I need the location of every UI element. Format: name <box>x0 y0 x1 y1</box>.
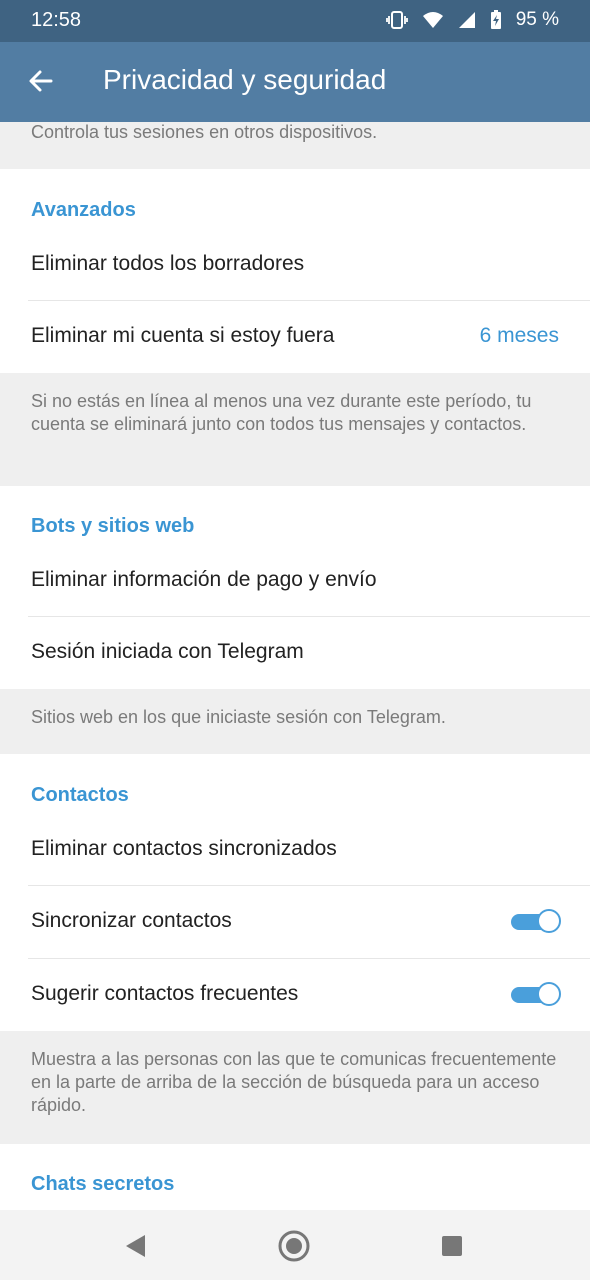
suggest-contacts-label: Sugerir contactos frecuentes <box>31 982 299 1005</box>
status-icons: 95 % <box>385 9 559 31</box>
section-header-secret-chats: Chats secretos <box>31 1173 175 1195</box>
arrow-left-icon[interactable] <box>24 64 58 98</box>
telegram-login-item[interactable]: Sesión iniciada con Telegram <box>0 617 590 689</box>
suggest-contacts-toggle[interactable] <box>511 982 561 1007</box>
battery-charging-icon <box>490 10 501 29</box>
delete-account-note-block: Si no estás en línea al menos una vez du… <box>0 373 590 486</box>
vibrate-icon <box>385 11 408 29</box>
delete-payment-info-item[interactable]: Eliminar información de pago y envío <box>0 545 590 617</box>
sessions-note-block: Controla tus sesiones en otros dispositi… <box>0 122 590 169</box>
delete-synced-contacts-item[interactable]: Eliminar contactos sincronizados <box>0 814 590 886</box>
toggle-knob <box>537 909 561 933</box>
delete-payment-info-label: Eliminar información de pago y envío <box>31 568 377 591</box>
suggest-note: Muestra a las personas con las que te co… <box>31 1049 557 1115</box>
sessions-note: Controla tus sesiones en otros dispositi… <box>31 122 378 142</box>
sync-contacts-toggle[interactable] <box>511 909 561 934</box>
wifi-icon <box>422 12 443 28</box>
websites-note-block: Sitios web en los que iniciaste sesión c… <box>0 689 590 754</box>
suggest-note-block: Muestra a las personas con las que te co… <box>0 1031 590 1144</box>
delete-account-note: Si no estás en línea al menos una vez du… <box>31 391 532 434</box>
delete-account-item[interactable]: Eliminar mi cuenta si estoy fuera 6 mese… <box>0 301 590 373</box>
suggest-contacts-item[interactable]: Sugerir contactos frecuentes <box>0 959 590 1031</box>
section-header-contacts: Contactos <box>31 784 129 806</box>
signal-icon <box>458 12 475 28</box>
delete-account-label: Eliminar mi cuenta si estoy fuera <box>31 324 335 347</box>
delete-drafts-label: Eliminar todos los borradores <box>31 252 305 275</box>
delete-synced-contacts-label: Eliminar contactos sincronizados <box>31 837 337 860</box>
triangle-back-icon[interactable] <box>119 1229 153 1263</box>
websites-note: Sitios web en los que iniciaste sesión c… <box>31 707 446 727</box>
delete-drafts-item[interactable]: Eliminar todos los borradores <box>0 229 590 301</box>
telegram-login-label: Sesión iniciada con Telegram <box>31 640 304 663</box>
section-header-advanced: Avanzados <box>31 199 136 221</box>
sync-contacts-label: Sincronizar contactos <box>31 909 232 932</box>
battery-percent: 95 % <box>515 9 559 30</box>
system-nav-bar <box>0 1210 590 1280</box>
square-recents-icon[interactable] <box>435 1229 469 1263</box>
sync-contacts-item[interactable]: Sincronizar contactos <box>0 886 590 958</box>
status-bar: 12:58 95 % <box>0 0 590 42</box>
status-time: 12:58 <box>31 9 82 31</box>
page-title: Privacidad y seguridad <box>103 64 387 95</box>
circle-home-icon[interactable] <box>277 1229 311 1263</box>
delete-account-value: 6 meses <box>479 324 559 347</box>
app-bar: Privacidad y seguridad <box>0 42 590 122</box>
toggle-knob <box>537 982 561 1006</box>
section-header-bots: Bots y sitios web <box>31 515 195 537</box>
settings-list[interactable]: Controla tus sesiones en otros dispositi… <box>0 122 590 1210</box>
